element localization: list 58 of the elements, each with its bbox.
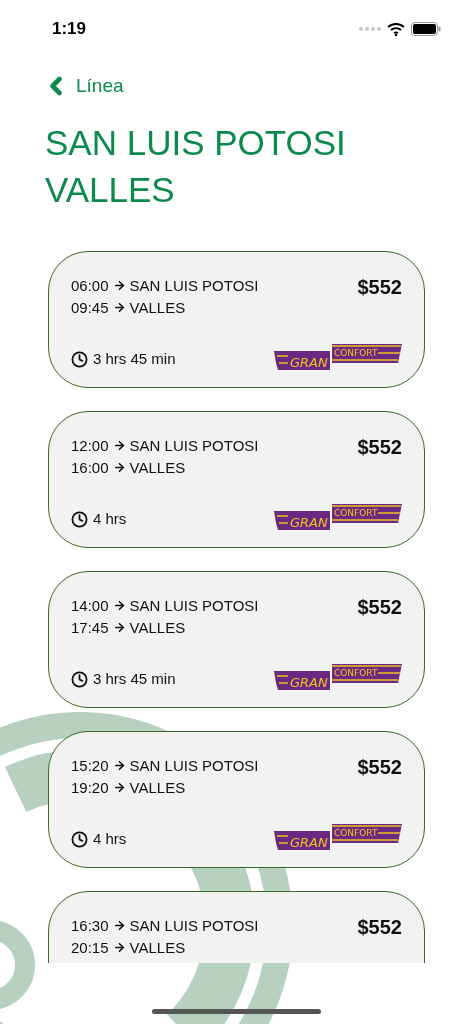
page-title: SAN LUIS POTOSI VALLES [45, 121, 347, 211]
trip-time: 16:00 [71, 457, 109, 478]
trip-time: 09:45 [71, 297, 109, 318]
trip-time: 12:00 [71, 435, 109, 456]
arrow-right-icon [112, 781, 126, 794]
trip-time: 16:30 [71, 915, 109, 936]
arrow-right-icon [112, 759, 126, 772]
trip-place: SAN LUIS POTOSI [129, 915, 259, 936]
arrow-right-icon [112, 461, 126, 474]
arrow-right-icon [112, 439, 126, 452]
trip-time: 06:00 [71, 275, 109, 296]
back-button[interactable]: Línea [42, 72, 124, 101]
trip-card[interactable]: 12:00 SAN LUIS POTOSI 16:00 VALLES $552 4 hrs GRAN CONFORT [48, 410, 425, 548]
trip-card[interactable]: 15:20 SAN LUIS POTOSI 19:20 VALLES $552 4 hrs GRAN CONFORT [48, 730, 425, 868]
trip-place: SAN LUIS POTOSI [129, 755, 259, 776]
company-logo: GRAN CONFORT [274, 502, 402, 531]
arrow-right-icon [112, 941, 126, 954]
trip-place: VALLES [129, 777, 186, 798]
trip-card[interactable]: 06:00 SAN LUIS POTOSI 09:45 VALLES $552 3 hrs 45 min GRAN CONFORT [48, 250, 425, 388]
trip-price: $552 [357, 594, 402, 620]
trip-duration: 3 hrs 45 min [93, 349, 176, 369]
trip-duration: 4 hrs [93, 509, 127, 529]
arrow-right-icon [112, 279, 126, 292]
trip-time: 17:45 [71, 617, 109, 638]
company-logo: GRAN CONFORT [274, 342, 402, 371]
trip-price: $552 [357, 754, 402, 780]
battery-icon [411, 22, 441, 36]
clock-icon [71, 510, 88, 528]
wifi-icon [387, 22, 405, 36]
trip-place: VALLES [129, 937, 186, 958]
company-logo: GRAN CONFORT [274, 662, 402, 691]
trip-time: 15:20 [71, 755, 109, 776]
trip-duration: 3 hrs 45 min [93, 669, 176, 689]
status-time: 1:19 [52, 18, 87, 41]
trip-price: $552 [357, 914, 402, 940]
trip-time: 14:00 [71, 595, 109, 616]
company-logo: GRAN CONFORT [274, 822, 402, 851]
signal-icon [359, 27, 381, 31]
trip-place: SAN LUIS POTOSI [129, 275, 259, 296]
arrow-right-icon [112, 919, 126, 932]
arrow-right-icon [112, 599, 126, 612]
trip-time: 19:20 [71, 777, 109, 798]
trip-time: 20:15 [71, 937, 109, 958]
arrow-right-icon [112, 301, 126, 314]
trip-place: VALLES [129, 457, 186, 478]
trip-price: $552 [357, 434, 402, 460]
trip-price: $552 [357, 274, 402, 300]
trip-place: VALLES [129, 297, 186, 318]
trip-duration: 4 hrs [93, 829, 127, 849]
trip-place: SAN LUIS POTOSI [129, 435, 259, 456]
arrow-right-icon [112, 621, 126, 634]
clock-icon [71, 670, 88, 688]
trip-place: SAN LUIS POTOSI [129, 595, 259, 616]
clock-icon [71, 350, 88, 368]
trip-card[interactable]: 16:30 SAN LUIS POTOSI 20:15 VALLES $552 [48, 890, 425, 963]
clock-icon [71, 830, 88, 848]
trip-place: VALLES [129, 617, 186, 638]
trip-card[interactable]: 14:00 SAN LUIS POTOSI 17:45 VALLES $552 3 hrs 45 min GRAN CONFORT [48, 570, 425, 708]
